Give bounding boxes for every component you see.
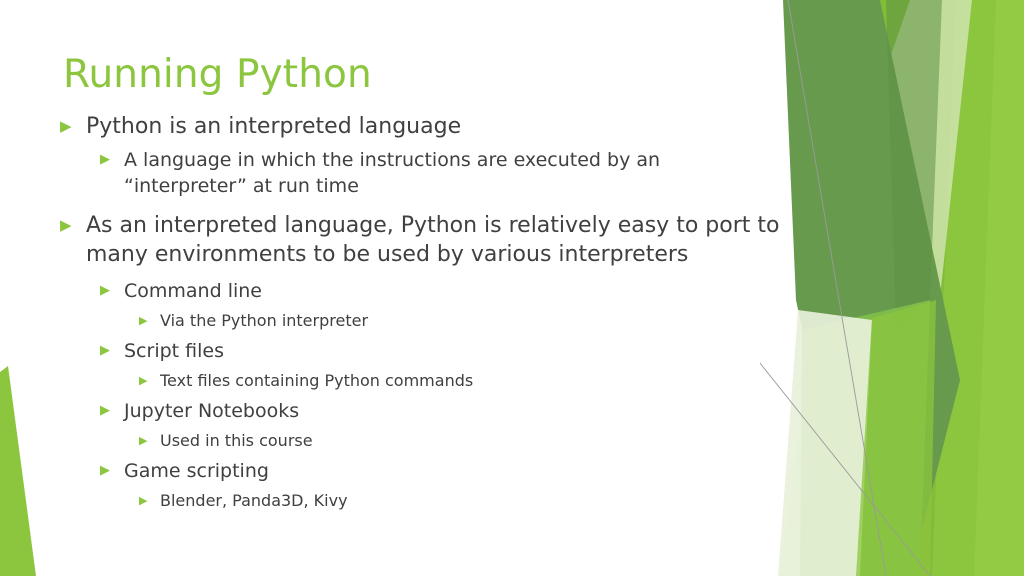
shard-pale-overlay-lower: [778, 310, 872, 576]
bullet-item: ▶ Command line: [60, 278, 780, 304]
hairline-diagonal-secondary: [760, 362, 931, 576]
triangle-right-bullet-icon: ▶: [100, 283, 110, 298]
bullet-item: ▶ Blender, Panda3D, Kivy: [60, 490, 780, 512]
bullet-item: ▶ As an interpreted language, Python is …: [60, 211, 780, 269]
facet-decoration-left: [0, 366, 36, 576]
bullet-text: Jupyter Notebooks: [124, 400, 300, 422]
shard-pale-green: [788, 0, 972, 576]
triangle-right-bullet-icon: ▶: [100, 463, 110, 478]
bullet-item: ▶ Script files: [60, 338, 780, 364]
bullet-item: ▶ Via the Python interpreter: [60, 310, 780, 332]
bullet-item: ▶ Python is an interpreted language: [60, 112, 780, 141]
triangle-right-bullet-icon: ▶: [139, 374, 148, 387]
shard-left-wedge: [0, 366, 36, 576]
bullet-text: Script files: [124, 340, 224, 362]
shard-mid-green: [832, 0, 956, 576]
shard-right-strip: [974, 0, 1024, 576]
bullet-text: Game scripting: [124, 460, 269, 482]
triangle-right-bullet-icon: ▶: [139, 494, 148, 507]
triangle-right-bullet-icon: ▶: [100, 152, 110, 167]
bullet-item: ▶ Text files containing Python commands: [60, 370, 780, 392]
slide-title: Running Python: [63, 52, 372, 97]
triangle-right-bullet-icon: ▶: [139, 434, 148, 447]
bullet-text: Python is an interpreted language: [86, 114, 462, 139]
shard-dark-green-band: [783, 0, 960, 576]
bullet-text: Used in this course: [160, 431, 313, 450]
triangle-right-bullet-icon: ▶: [60, 117, 72, 135]
bullet-text: Blender, Panda3D, Kivy: [160, 491, 348, 510]
shard-lower-green: [800, 300, 930, 576]
hairline-diagonal-primary: [787, 0, 887, 576]
shard-bright-right: [908, 0, 1024, 576]
triangle-right-bullet-icon: ▶: [100, 343, 110, 358]
bullet-text: As an interpreted language, Python is re…: [86, 213, 780, 267]
bullet-text: Command line: [124, 280, 262, 302]
bullet-item: ▶ Used in this course: [60, 430, 780, 452]
shard-palest-green: [780, 250, 900, 576]
bullet-item: ▶ Jupyter Notebooks: [60, 398, 780, 424]
bullet-item: ▶ Game scripting: [60, 458, 780, 484]
bullet-text: Text files containing Python commands: [160, 371, 474, 390]
bullet-item: ▶ A language in which the instructions a…: [60, 147, 780, 199]
facet-decoration-right: [760, 0, 1024, 576]
bullet-text: Via the Python interpreter: [160, 311, 369, 330]
triangle-right-bullet-icon: ▶: [60, 216, 72, 234]
slide-canvas: Running Python ▶ Python is an interprete…: [0, 0, 1024, 576]
triangle-right-bullet-icon: ▶: [139, 314, 148, 327]
slide-body: ▶ Python is an interpreted language ▶ A …: [60, 112, 780, 514]
shard-bright-overlay-bottom: [856, 300, 936, 576]
triangle-right-bullet-icon: ▶: [100, 403, 110, 418]
shard-deep-green-sliver: [886, 0, 942, 330]
bullet-text: A language in which the instructions are…: [124, 149, 661, 197]
